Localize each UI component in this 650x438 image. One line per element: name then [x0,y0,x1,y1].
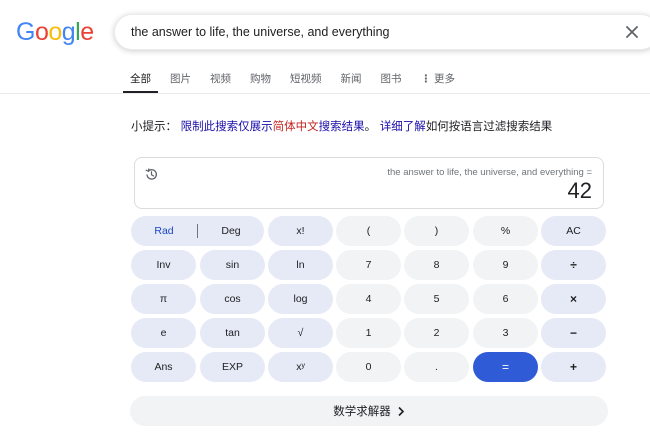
tab-shopping[interactable]: 购物 [250,66,271,94]
deg-button[interactable]: Deg [198,225,264,237]
calculator-expression: the answer to life, the universe, and ev… [387,167,592,178]
digit-8-button[interactable]: 8 [404,250,469,280]
close-icon[interactable] [623,23,641,41]
log-button[interactable]: log [268,284,333,314]
inverse-button[interactable]: Inv [131,250,196,280]
calculator-display: the answer to life, the universe, and ev… [134,157,604,209]
percent-button[interactable]: % [473,216,538,246]
rad-button[interactable]: Rad [131,225,197,237]
power-button[interactable]: xʸ [268,352,333,382]
digit-5-button[interactable]: 5 [404,284,469,314]
right-paren-button[interactable]: ) [404,216,469,246]
hint-link-lang: 简体中文 [272,119,319,133]
left-paren-button[interactable]: ( [336,216,401,246]
tabs-divider [0,93,650,94]
digit-4-button[interactable]: 4 [336,284,401,314]
search-tabs: 全部 图片 视频 购物 短视频 新闻 图书 ⋮ 更多 [123,66,474,94]
chevron-right-icon [398,406,404,416]
all-clear-button[interactable]: AC [541,216,606,246]
digit-9-button[interactable]: 9 [473,250,538,280]
hint-link-part: 搜索结果 [318,119,365,133]
calculator-result: 42 [567,178,592,203]
more-vert-icon: ⋮ [420,73,432,85]
equals-button[interactable]: = [473,352,538,382]
plus-button[interactable]: + [541,352,606,382]
sqrt-button[interactable]: √ [268,318,333,348]
tab-videos[interactable]: 视频 [210,66,231,94]
divide-button[interactable]: ÷ [541,250,606,280]
pi-button[interactable]: π [131,284,196,314]
angle-mode-toggle[interactable]: Rad Deg [131,216,264,246]
tan-button[interactable]: tan [200,318,265,348]
calculator-keypad: Rad Deg x! ( ) % AC Inv sin ln 7 8 9 ÷ π… [131,216,607,384]
tab-images[interactable]: 图片 [170,66,191,94]
tab-short-videos[interactable]: 短视频 [290,66,322,94]
digit-0-button[interactable]: 0 [336,352,401,382]
digit-2-button[interactable]: 2 [404,318,469,348]
history-icon[interactable] [144,167,159,182]
digit-1-button[interactable]: 1 [336,318,401,348]
digit-7-button[interactable]: 7 [336,250,401,280]
logo-letter: o [48,18,62,46]
math-solver-label: 数学求解器 [333,404,391,418]
sin-button[interactable]: sin [200,250,265,280]
tab-more-label: 更多 [434,73,455,85]
language-hint: 小提示： 限制此搜索仅展示简体中文搜索结果。 详细了解如何按语言过滤搜索结果 [131,118,552,134]
hint-learn-more-link[interactable]: 详细了解 [380,119,426,133]
math-solver-button[interactable]: 数学求解器 [130,396,608,426]
exp-button[interactable]: EXP [200,352,265,382]
cos-button[interactable]: cos [200,284,265,314]
tab-books[interactable]: 图书 [381,66,402,94]
search-box [114,14,650,50]
euler-button[interactable]: e [131,318,196,348]
google-logo[interactable]: G o o g l e [16,18,94,52]
digit-6-button[interactable]: 6 [473,284,538,314]
decimal-button[interactable]: . [404,352,469,382]
hint-restrict-link[interactable]: 限制此搜索仅展示简体中文搜索结果 [181,119,365,133]
answer-button[interactable]: Ans [131,352,196,382]
logo-letter: o [34,18,49,46]
digit-3-button[interactable]: 3 [473,318,538,348]
multiply-button[interactable]: × [541,284,606,314]
tab-news[interactable]: 新闻 [341,66,362,94]
logo-letter: G [16,18,35,46]
logo-letter: g [61,18,76,46]
hint-link-part: 限制此搜索仅展示 [180,119,273,133]
hint-suffix: 如何按语言过滤搜索结果 [425,119,553,133]
search-input[interactable] [131,25,611,39]
tab-all[interactable]: 全部 [123,66,158,94]
hint-prefix: 小提示： [131,119,177,133]
hint-period: 。 [364,119,377,133]
ln-button[interactable]: ln [268,250,333,280]
logo-letter: e [80,18,94,46]
factorial-button[interactable]: x! [268,216,333,246]
minus-button[interactable]: − [541,318,606,348]
tab-more[interactable]: ⋮ 更多 [421,66,456,94]
